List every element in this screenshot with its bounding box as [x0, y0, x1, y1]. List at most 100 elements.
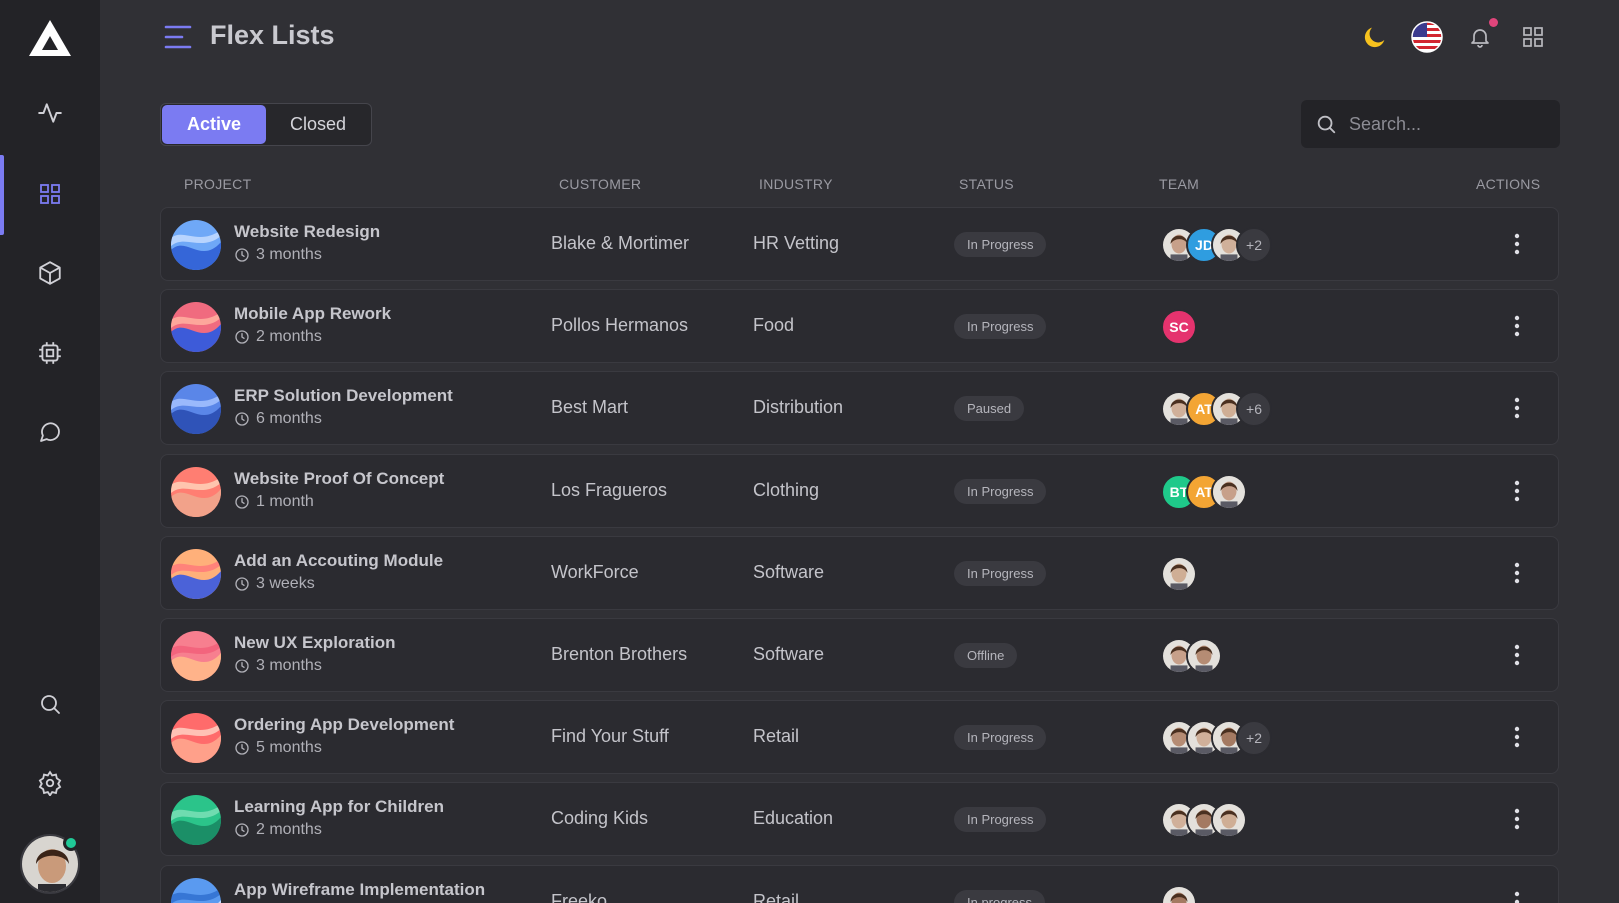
settings-icon[interactable] — [34, 767, 66, 799]
more-actions-icon[interactable] — [1505, 476, 1529, 506]
avatar[interactable] — [1161, 555, 1197, 592]
status-badge: In Progress — [954, 807, 1047, 833]
active-nav-indicator — [0, 155, 4, 235]
more-actions-icon[interactable] — [1505, 229, 1529, 259]
project-duration: 3 months — [234, 657, 322, 675]
avatar-more-count[interactable]: +2 — [1236, 227, 1272, 263]
project-thumbnail — [171, 877, 221, 903]
avatar-more-count[interactable]: +6 — [1236, 391, 1272, 428]
project-thumbnail — [171, 220, 221, 270]
team-avatars — [1161, 638, 1222, 674]
box-icon[interactable] — [34, 257, 66, 289]
industry-cell: Food — [753, 315, 795, 336]
table-row[interactable]: Learning App for Children 2 months Codin… — [160, 782, 1559, 857]
project-duration: 2 months — [234, 328, 322, 346]
industry-cell: Clothing — [753, 479, 820, 500]
status-tabs: Active Closed — [160, 103, 372, 146]
search-box — [1301, 100, 1560, 148]
avatar[interactable] — [1211, 473, 1247, 510]
project-duration: 2 months — [234, 821, 322, 839]
table-row[interactable]: Add an Accouting Module 3 weeks WorkForc… — [160, 535, 1559, 610]
clock-icon — [235, 741, 249, 755]
duration-text: 2 months — [256, 821, 322, 839]
search-input[interactable] — [1349, 113, 1549, 135]
avatar[interactable] — [1211, 802, 1247, 839]
moon-icon[interactable] — [1358, 20, 1392, 54]
logo-icon[interactable] — [28, 18, 72, 58]
team-avatars: BT AT — [1161, 473, 1247, 510]
project-name[interactable]: Add an Accouting Module — [234, 551, 443, 571]
more-actions-icon[interactable] — [1505, 722, 1529, 752]
customer-cell: Los Fragueros — [551, 479, 668, 500]
status-badge: In Progress — [954, 314, 1047, 340]
more-actions-icon[interactable] — [1505, 640, 1529, 670]
column-header-customer: CUSTOMER — [559, 176, 642, 192]
search-icon[interactable] — [34, 688, 66, 720]
status-badge: Paused — [954, 396, 1025, 422]
table-row[interactable]: App Wireframe Implementation Freeko Reta… — [160, 864, 1559, 903]
table-row[interactable]: Website Redesign 3 months Blake & Mortim… — [160, 207, 1559, 281]
team-avatars — [1161, 555, 1197, 592]
tab-active[interactable]: Active — [162, 105, 266, 144]
notification-dot — [1489, 18, 1498, 27]
search-icon — [1317, 115, 1336, 134]
table-row[interactable]: Mobile App Rework 2 months Pollos Herman… — [160, 289, 1559, 364]
menu-toggle-icon[interactable] — [164, 24, 192, 50]
project-name[interactable]: Learning App for Children — [234, 797, 444, 817]
project-name[interactable]: App Wireframe Implementation — [234, 880, 485, 900]
cpu-icon[interactable] — [34, 337, 66, 369]
project-name[interactable]: Ordering App Development — [234, 715, 454, 735]
team-avatars — [1161, 884, 1197, 903]
online-status-dot — [63, 835, 79, 851]
page-title: Flex Lists — [210, 20, 335, 50]
duration-text: 3 months — [256, 657, 322, 674]
message-icon[interactable] — [34, 416, 66, 448]
project-name[interactable]: Website Redesign — [234, 222, 380, 242]
industry-cell: Software — [753, 561, 825, 582]
duration-text: 5 months — [256, 739, 322, 757]
project-name[interactable]: New UX Exploration — [234, 633, 396, 653]
project-thumbnail — [171, 548, 221, 599]
more-actions-icon[interactable] — [1505, 393, 1529, 423]
avatar-more-count[interactable]: +2 — [1236, 720, 1272, 757]
avatar[interactable] — [1186, 638, 1222, 674]
table-row[interactable]: New UX Exploration 3 months Brenton Brot… — [160, 618, 1559, 692]
project-name[interactable]: Website Proof Of Concept — [234, 469, 444, 489]
customer-cell: Freeko — [551, 890, 608, 903]
us-flag-icon[interactable] — [1410, 20, 1444, 54]
project-name[interactable]: Mobile App Rework — [234, 304, 391, 324]
table-row[interactable]: Ordering App Development 5 months Find Y… — [160, 700, 1559, 775]
more-actions-icon[interactable] — [1505, 558, 1529, 588]
more-actions-icon[interactable] — [1505, 804, 1529, 834]
status-badge: Offline — [954, 643, 1018, 668]
more-actions-icon[interactable] — [1505, 311, 1529, 341]
team-avatars — [1161, 802, 1247, 839]
industry-cell: Retail — [753, 890, 800, 903]
more-actions-icon[interactable] — [1505, 887, 1529, 903]
grid-icon[interactable] — [34, 178, 66, 210]
column-header-team: TEAM — [1159, 176, 1200, 192]
column-header-project: PROJECT — [184, 176, 252, 192]
duration-text: 1 month — [256, 492, 314, 510]
table-row[interactable]: ERP Solution Development 6 months Best M… — [160, 371, 1559, 446]
team-avatars: SC — [1161, 309, 1197, 346]
tab-closed[interactable]: Closed — [266, 105, 370, 144]
avatar[interactable] — [1161, 884, 1197, 903]
activity-icon[interactable] — [34, 97, 66, 129]
clock-icon — [235, 577, 249, 591]
status-badge: In Progress — [954, 725, 1047, 751]
project-name[interactable]: ERP Solution Development — [234, 386, 453, 406]
apps-grid-icon[interactable] — [1516, 20, 1550, 54]
status-badge: In Progress — [954, 560, 1047, 586]
project-duration: 6 months — [234, 410, 322, 428]
industry-cell: Retail — [753, 726, 800, 747]
customer-cell: Best Mart — [551, 397, 629, 418]
industry-cell: Software — [753, 644, 825, 664]
project-thumbnail — [171, 795, 221, 846]
avatar-initials[interactable]: SC — [1161, 309, 1197, 346]
table-row[interactable]: Website Proof Of Concept 1 month Los Fra… — [160, 453, 1559, 528]
team-avatars: AT +6 — [1161, 391, 1272, 428]
industry-cell: Distribution — [753, 397, 844, 418]
team-avatars: JD +2 — [1161, 227, 1272, 263]
sidebar — [0, 0, 100, 903]
